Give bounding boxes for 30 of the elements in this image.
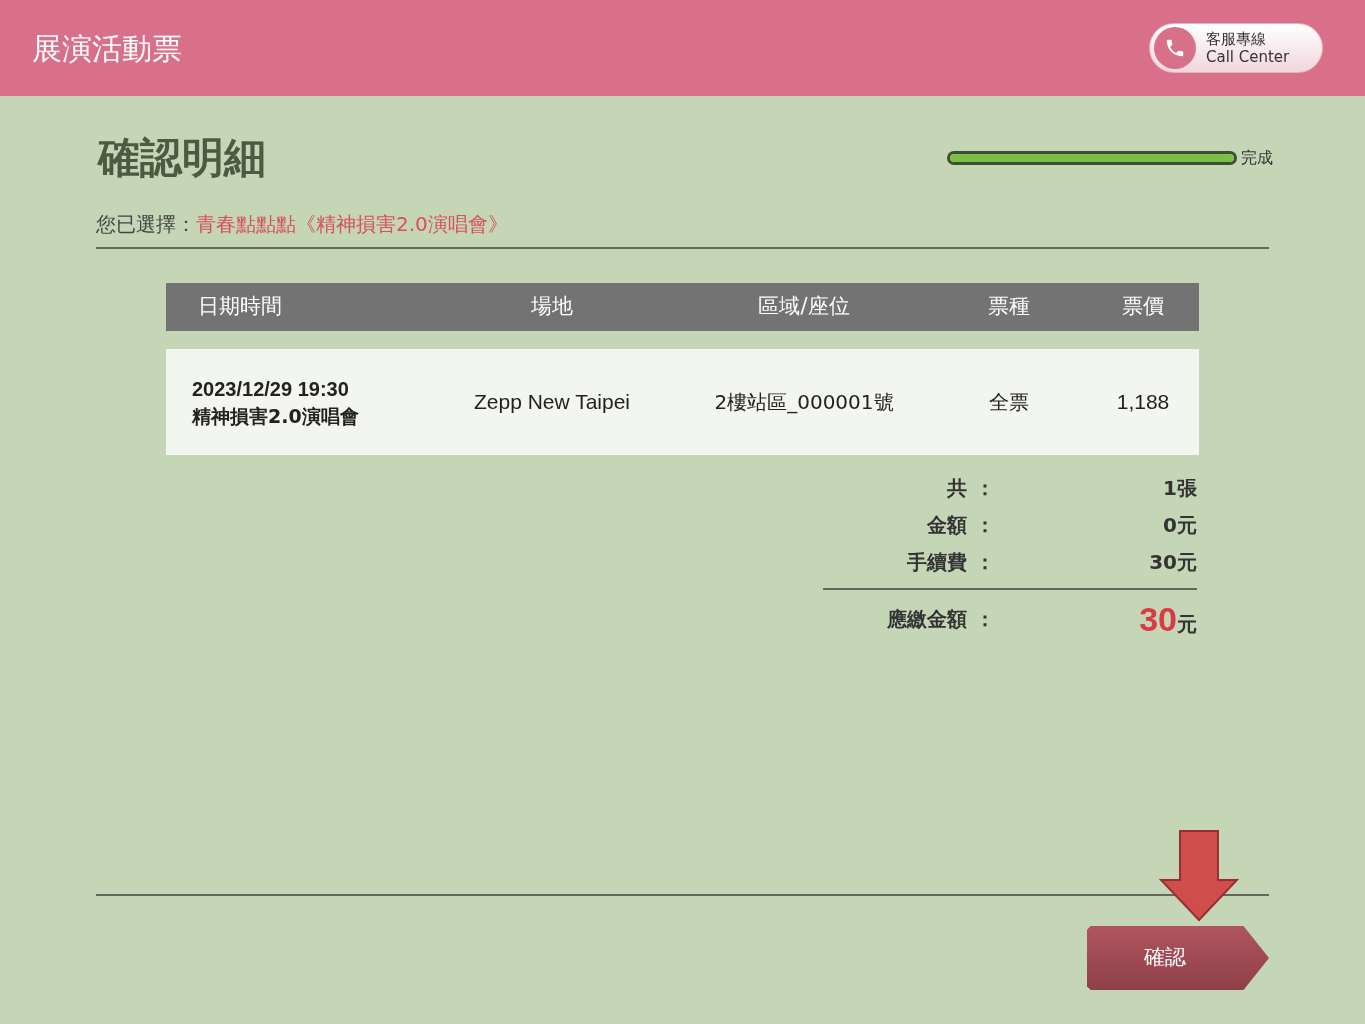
summary-label: 共： (947, 474, 996, 502)
selection-label: 您已選擇： (96, 211, 196, 238)
date-time-cell-text: 2023/12/29 19:30 (192, 377, 350, 402)
summary-value: 30元 (1149, 548, 1197, 576)
page-title: 確認明細 (96, 132, 266, 184)
confirm-button[interactable]: 確認 (1087, 926, 1269, 990)
table-cell-text: 1,188 (1115, 389, 1171, 416)
call-center-label: Call Center (1206, 48, 1290, 66)
column-header: 票價 (1121, 293, 1165, 321)
phone-icon (1154, 27, 1196, 69)
table-cell-text: 全票 (988, 389, 1030, 416)
column-header: 場地 (530, 293, 574, 321)
summary-label: 金額： (927, 511, 996, 539)
call-center-button[interactable]: 客服專線 Call Center (1149, 23, 1323, 73)
summary-value: 1張 (1163, 474, 1197, 502)
column-header: 日期時間 (197, 293, 283, 321)
site-title: 展演活動票 (32, 29, 182, 68)
progress-label: 完成 (1241, 146, 1273, 169)
column-header: 區域/座位 (757, 293, 851, 321)
summary-value: 0元 (1163, 511, 1197, 539)
call-center-label: 客服專線 (1206, 30, 1266, 48)
table-cell-text: 2樓站區_000001號 (713, 389, 895, 416)
table-cell-text: Zepp New Taipei (472, 389, 631, 416)
event-name-cell-text: 精神損害2.0演唱會 (192, 404, 360, 429)
summary-label: 手續費： (907, 548, 996, 576)
total-amount: 30元 (1139, 598, 1197, 640)
down-arrow-icon (1159, 830, 1239, 922)
selection-value: 青春點點點《精神損害2.0演唱會》 (196, 211, 508, 238)
summary-label: 應繳金額： (887, 606, 996, 633)
column-header: 票種 (987, 293, 1031, 321)
